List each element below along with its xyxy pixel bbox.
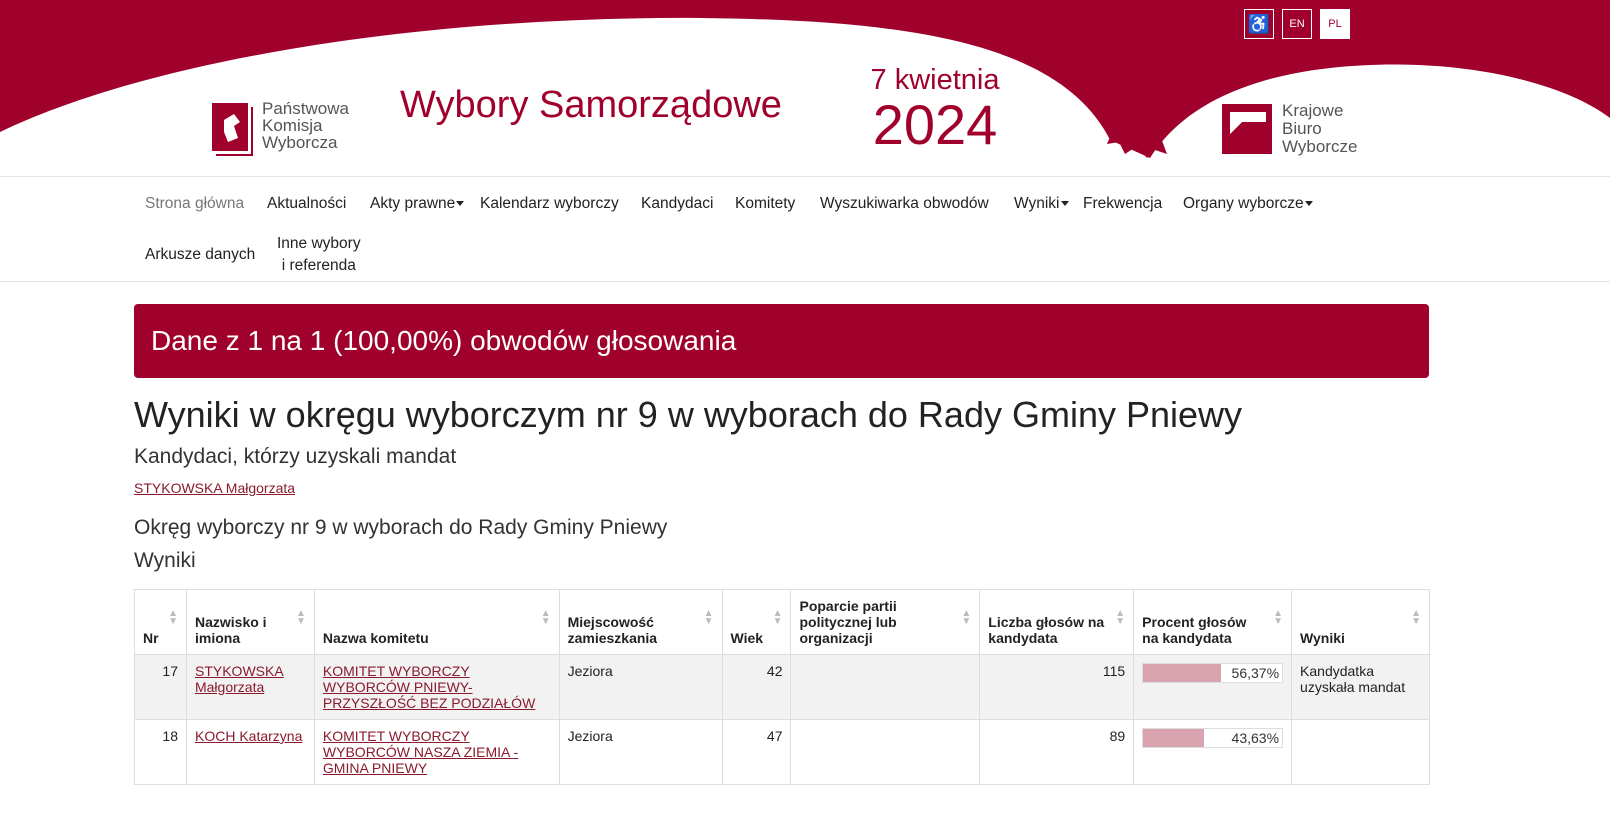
cell-support	[790, 719, 981, 785]
cell-votes: 89	[979, 719, 1135, 785]
sort-icon: ▲ ▼	[703, 608, 714, 627]
district-heading: Okręg wyborczy nr 9 w wyborach do Rady G…	[134, 516, 668, 539]
site-title: Wybory Samorządowe	[400, 84, 782, 126]
table-header-row: Nr ▲ ▼ Nazwisko i imiona ▲ ▼ Nazwa komitetu ▲…	[134, 589, 1430, 655]
table-row: 18 KOCH Katarzyna KOMITET WYBORCZY WYBOR…	[134, 719, 1430, 785]
cell-name: KOCH Katarzyna	[185, 719, 315, 785]
cell-percent: 43,63%	[1133, 719, 1293, 785]
nav-item-arkusze-danych[interactable]: Arkusze danych	[145, 246, 255, 264]
nav-item-kandydaci[interactable]: Kandydaci	[641, 195, 713, 213]
col-header-name[interactable]: Nazwisko i imiona ▲ ▼	[185, 589, 315, 655]
cell-name: STYKOWSKA Małgorzata	[185, 654, 315, 720]
nav-item-kalendarz[interactable]: Kalendarz wyborczy	[480, 195, 619, 213]
page-title: Wyniki w okręgu wyborczym nr 9 w wyborac…	[134, 394, 1243, 435]
sort-icon: ▲ ▼	[1115, 608, 1126, 627]
main-nav: Strona główna Aktualności Akty prawne Ka…	[0, 176, 1610, 282]
sort-icon: ▲ ▼	[961, 608, 972, 627]
percent-bar: 56,37%	[1142, 663, 1284, 683]
cell-percent: 56,37%	[1133, 654, 1293, 720]
sort-icon: ▲ ▼	[168, 608, 178, 627]
percent-bar-fill	[1143, 664, 1222, 682]
wheelchair-icon: ♿	[1247, 13, 1271, 34]
cell-age: 42	[721, 654, 792, 720]
eagle-emblem-icon	[1101, 46, 1171, 158]
candidate-link[interactable]: STYKOWSKA Małgorzata	[195, 663, 284, 695]
nav-item-wyniki[interactable]: Wyniki	[1014, 195, 1069, 213]
percent-bar: 43,63%	[1142, 728, 1284, 748]
cell-town: Jeziora	[558, 654, 723, 720]
sort-icon: ▲ ▼	[296, 608, 306, 627]
election-date-day: 7 kwietnia	[870, 64, 1000, 96]
col-header-votes[interactable]: Liczba głosów na kandydata ▲ ▼	[979, 589, 1135, 655]
results-heading: Wyniki	[134, 549, 196, 572]
chevron-down-icon	[1304, 201, 1313, 207]
sort-icon: ▲ ▼	[1273, 608, 1284, 627]
percent-text: 43,63%	[1231, 730, 1280, 746]
pkw-emblem-icon	[212, 103, 253, 156]
nav-item-frekwencja[interactable]: Frekwencja	[1083, 195, 1162, 213]
cell-support	[790, 654, 981, 720]
accessibility-button[interactable]: ♿	[1244, 9, 1274, 39]
top-buttons: ♿ EN PL	[1244, 9, 1350, 39]
committee-link[interactable]: KOMITET WYBORCZY WYBORCÓW NASZA ZIEMIA -…	[323, 728, 518, 776]
col-header-percent[interactable]: Procent głosów na kandydata ▲ ▼	[1133, 589, 1293, 655]
nav-item-aktualnosci[interactable]: Aktualności	[267, 195, 346, 213]
data-status-banner: Dane z 1 na 1 (100,00%) obwodów głosowan…	[134, 304, 1429, 378]
cell-age: 47	[721, 719, 792, 785]
lang-pl-button[interactable]: PL	[1320, 9, 1350, 39]
nav-item-strona-glowna[interactable]: Strona główna	[145, 195, 244, 213]
table-row: 17 STYKOWSKA Małgorzata KOMITET WYBORCZY…	[134, 654, 1430, 720]
elected-heading: Kandydaci, którzy uzyskali mandat	[134, 445, 457, 468]
col-header-age[interactable]: Wiek ▲ ▼	[721, 589, 792, 655]
col-header-committee[interactable]: Nazwa komitetu ▲ ▼	[313, 589, 560, 655]
elected-candidate-link[interactable]: STYKOWSKA Małgorzata	[134, 480, 295, 496]
sort-icon: ▲ ▼	[1411, 608, 1421, 627]
kbw-emblem-icon	[1222, 104, 1272, 154]
cell-committee: KOMITET WYBORCZY WYBORCÓW PNIEWY-PRZYSZŁ…	[313, 654, 560, 720]
col-header-support[interactable]: Poparcie partii politycznej lub organiza…	[790, 589, 981, 655]
cell-result: Kandydatka uzyskała mandat	[1291, 654, 1430, 720]
candidate-link[interactable]: KOCH Katarzyna	[195, 728, 302, 744]
committee-link[interactable]: KOMITET WYBORCZY WYBORCÓW PNIEWY-PRZYSZŁ…	[323, 663, 535, 711]
kbw-logo[interactable]: Krajowe Biuro Wyborcze	[1222, 102, 1382, 156]
chevron-down-icon	[456, 201, 465, 207]
col-header-result[interactable]: Wyniki ▲ ▼	[1291, 589, 1430, 655]
sort-icon: ▲ ▼	[772, 608, 783, 627]
sort-icon: ▲ ▼	[540, 608, 551, 627]
site-header: ♿ EN PL Państwowa Komisja Wyborcza Wybor…	[0, 0, 1610, 176]
cell-nr: 17	[134, 654, 187, 720]
nav-item-komitety[interactable]: Komitety	[735, 195, 795, 213]
nav-item-akty-prawne[interactable]: Akty prawne	[370, 195, 465, 213]
kbw-name: Krajowe Biuro Wyborcze	[1282, 101, 1358, 156]
col-header-nr[interactable]: Nr ▲ ▼	[134, 589, 187, 655]
nav-item-wyszukiwarka[interactable]: Wyszukiwarka obwodów	[820, 195, 989, 213]
cell-result	[1291, 719, 1430, 785]
results-table: Nr ▲ ▼ Nazwisko i imiona ▲ ▼ Nazwa komitetu ▲…	[134, 589, 1430, 785]
nav-item-organy-wyborcze[interactable]: Organy wyborcze	[1183, 195, 1313, 213]
cell-nr: 18	[134, 719, 187, 785]
percent-bar-fill	[1143, 729, 1204, 747]
chevron-down-icon	[1060, 201, 1069, 207]
election-date: 7 kwietnia 2024	[855, 64, 1015, 154]
pkw-logo[interactable]: Państwowa Komisja Wyborcza	[210, 100, 372, 156]
percent-text: 56,37%	[1231, 665, 1280, 681]
cell-town: Jeziora	[558, 719, 723, 785]
election-date-year: 2024	[872, 93, 998, 156]
col-header-town[interactable]: Miejscowość zamieszkania ▲ ▼	[558, 589, 723, 655]
cell-committee: KOMITET WYBORCZY WYBORCÓW NASZA ZIEMIA -…	[313, 719, 560, 785]
lang-en-button[interactable]: EN	[1282, 9, 1312, 39]
nav-item-inne-wybory[interactable]: Inne wybory i referenda	[277, 233, 361, 277]
pkw-name: Państwowa Komisja Wyborcza	[262, 99, 349, 152]
cell-votes: 115	[979, 654, 1135, 720]
